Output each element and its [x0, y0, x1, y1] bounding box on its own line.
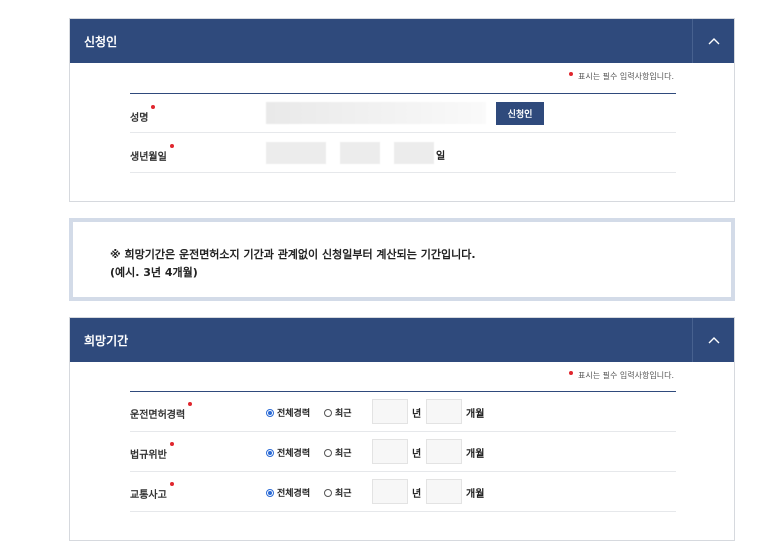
red-dot-icon — [169, 144, 174, 148]
red-dot-icon — [569, 370, 574, 375]
birth-day-input[interactable] — [394, 142, 434, 164]
period-row-label-text: 법규위반 — [130, 450, 167, 461]
notice-text: ※ 희망기간은 운전면허소지 기간과 관계없이 신청일부터 계산되는 기간입니다… — [110, 246, 476, 282]
months-input[interactable] — [426, 439, 462, 464]
apply-button[interactable]: 신청인 — [496, 102, 544, 125]
birth-label: 생년월일 — [130, 144, 174, 163]
period-row-label-text: 운전면허경력 — [130, 410, 186, 421]
years-input[interactable] — [372, 399, 408, 424]
red-dot-icon — [151, 105, 156, 109]
radio-recent-label: 최근 — [335, 449, 352, 459]
day-suffix: 일 — [436, 151, 446, 162]
radio-recent-label: 최근 — [335, 409, 352, 419]
month-unit: 개월 — [466, 449, 485, 460]
applicant-collapse-button[interactable] — [692, 19, 734, 63]
chevron-up-icon — [708, 38, 719, 45]
red-dot-icon — [188, 402, 193, 406]
notice-box: ※ 희망기간은 운전면허소지 기간과 관계없이 신청일부터 계산되는 기간입니다… — [69, 218, 735, 301]
required-note-text: 표시는 필수 입력사항입니다. — [578, 371, 674, 380]
month-unit: 개월 — [466, 409, 485, 420]
year-unit: 년 — [412, 449, 422, 460]
radio-recent-license[interactable]: 최근 — [324, 406, 352, 419]
chevron-up-icon — [708, 337, 719, 344]
birth-month-input[interactable] — [340, 142, 380, 164]
period-row-violation: 법규위반 전체경력 최근 년 개월 — [130, 432, 676, 472]
radio-recent-violation[interactable]: 최근 — [324, 446, 352, 459]
period-panel: 희망기간 표시는 필수 입력사항입니다. 운전면허경력 전체경력 최근 년 개월… — [69, 317, 735, 541]
notice-line-1: ※ 희망기간은 운전면허소지 기간과 관계없이 신청일부터 계산되는 기간입니다… — [110, 248, 476, 261]
applicant-panel: 신청인 표시는 필수 입력사항입니다. 성명 신청인 생년월일 일 — [69, 18, 735, 202]
period-row-label-text: 교통사고 — [130, 490, 167, 501]
name-label-text: 성명 — [130, 113, 149, 124]
radio-all-label: 전체경력 — [277, 489, 311, 499]
period-row-license: 운전면허경력 전체경력 최근 년 개월 — [130, 392, 676, 432]
period-row-label: 법규위반 — [130, 442, 174, 461]
year-unit: 년 — [412, 409, 422, 420]
radio-all-label: 전체경력 — [277, 409, 311, 419]
name-input[interactable] — [266, 102, 486, 124]
notice-line-2: (예시. 3년 4개월) — [110, 266, 198, 279]
red-dot-icon — [169, 442, 174, 446]
radio-all-label: 전체경력 — [277, 449, 311, 459]
period-row-label: 운전면허경력 — [130, 402, 193, 421]
radio-all-violation[interactable]: 전체경력 — [266, 446, 310, 459]
radio-recent-accident[interactable]: 최근 — [324, 486, 352, 499]
radio-all-license[interactable]: 전체경력 — [266, 406, 310, 419]
period-collapse-button[interactable] — [692, 318, 734, 362]
year-unit: 년 — [412, 489, 422, 500]
radio-recent-label: 최근 — [335, 489, 352, 499]
radio-all-accident[interactable]: 전체경력 — [266, 486, 310, 499]
period-panel-header: 희망기간 — [70, 318, 734, 362]
required-note: 표시는 필수 입력사항입니다. — [569, 370, 674, 381]
radio-checked-icon — [266, 488, 274, 497]
radio-unchecked-icon — [324, 448, 332, 457]
period-row-label: 교통사고 — [130, 482, 174, 501]
name-row: 성명 신청인 — [130, 94, 676, 133]
name-label: 성명 — [130, 105, 156, 124]
applicant-panel-header: 신청인 — [70, 19, 734, 63]
red-dot-icon — [569, 71, 574, 76]
applicant-panel-title: 신청인 — [84, 34, 118, 49]
required-note-text: 표시는 필수 입력사항입니다. — [578, 72, 674, 81]
birth-row: 생년월일 일 — [130, 133, 676, 173]
radio-unchecked-icon — [324, 408, 332, 417]
birth-year-input[interactable] — [266, 142, 326, 164]
period-row-accident: 교통사고 전체경력 최근 년 개월 — [130, 472, 676, 512]
birth-label-text: 생년월일 — [130, 152, 167, 163]
months-input[interactable] — [426, 399, 462, 424]
period-panel-title: 희망기간 — [84, 333, 129, 348]
month-unit: 개월 — [466, 489, 485, 500]
months-input[interactable] — [426, 479, 462, 504]
red-dot-icon — [169, 482, 174, 486]
radio-checked-icon — [266, 448, 274, 457]
years-input[interactable] — [372, 439, 408, 464]
years-input[interactable] — [372, 479, 408, 504]
required-note: 표시는 필수 입력사항입니다. — [569, 71, 674, 82]
radio-checked-icon — [266, 408, 274, 417]
radio-unchecked-icon — [324, 488, 332, 497]
